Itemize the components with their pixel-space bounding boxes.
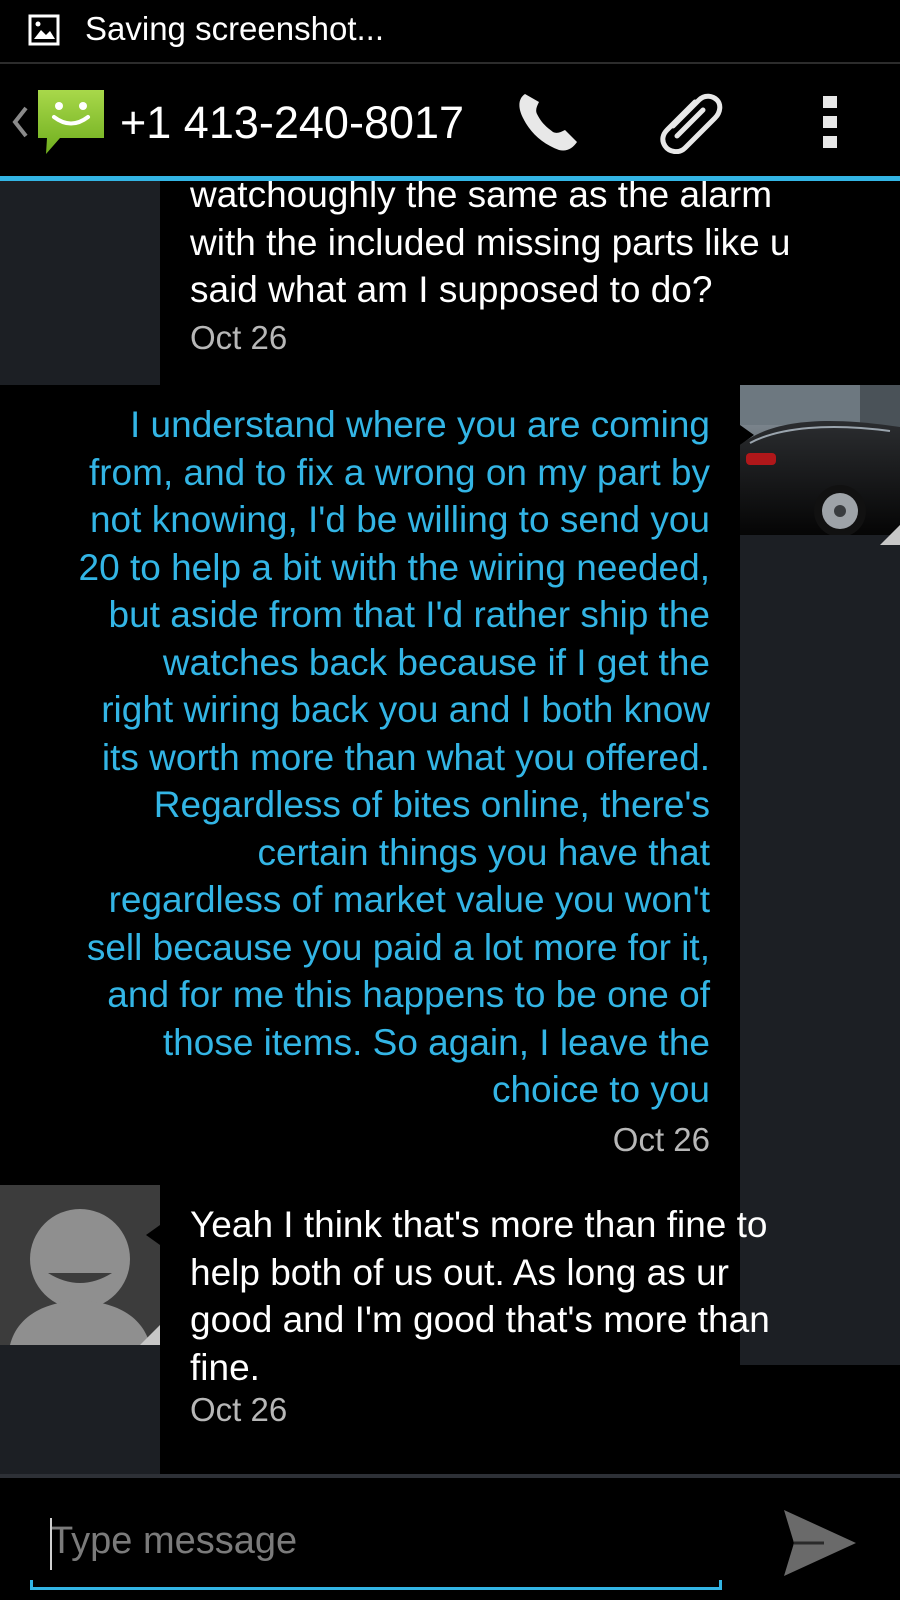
car-photo-avatar[interactable]	[740, 385, 900, 545]
paperclip-icon[interactable]	[655, 88, 725, 154]
message-text: I understand where you are coming from, …	[78, 404, 710, 1110]
chevron-left-icon[interactable]	[10, 104, 30, 140]
compose-underline	[30, 1580, 722, 1590]
status-bar: Saving screenshot...	[0, 0, 900, 62]
conversation-title: +1 413-240-8017	[120, 97, 465, 148]
status-notification-text: Saving screenshot...	[85, 10, 384, 47]
text-caret	[50, 1518, 52, 1570]
message-date: Oct 26	[190, 1391, 288, 1428]
image-icon	[28, 14, 60, 46]
messaging-screen: Saving screenshot... +1 413-240-8017 wat…	[0, 0, 900, 1600]
sms-smiley-icon[interactable]	[34, 86, 108, 158]
message-date: Oct 26	[190, 319, 288, 356]
overflow-menu-icon[interactable]	[818, 94, 842, 150]
message-text: Yeah I think that's more than fine to he…	[190, 1204, 770, 1388]
default-contact-avatar-icon[interactable]	[0, 1185, 160, 1345]
message-text: watchoughly the same as the alarm with t…	[190, 181, 791, 310]
phone-icon[interactable]	[515, 88, 581, 154]
avatar-column	[0, 181, 160, 385]
send-icon[interactable]	[780, 1506, 860, 1580]
message-input[interactable]	[30, 1492, 720, 1590]
message-list[interactable]: watchoughly the same as the alarm with t…	[0, 181, 900, 1475]
message-date: Oct 26	[612, 1121, 710, 1158]
